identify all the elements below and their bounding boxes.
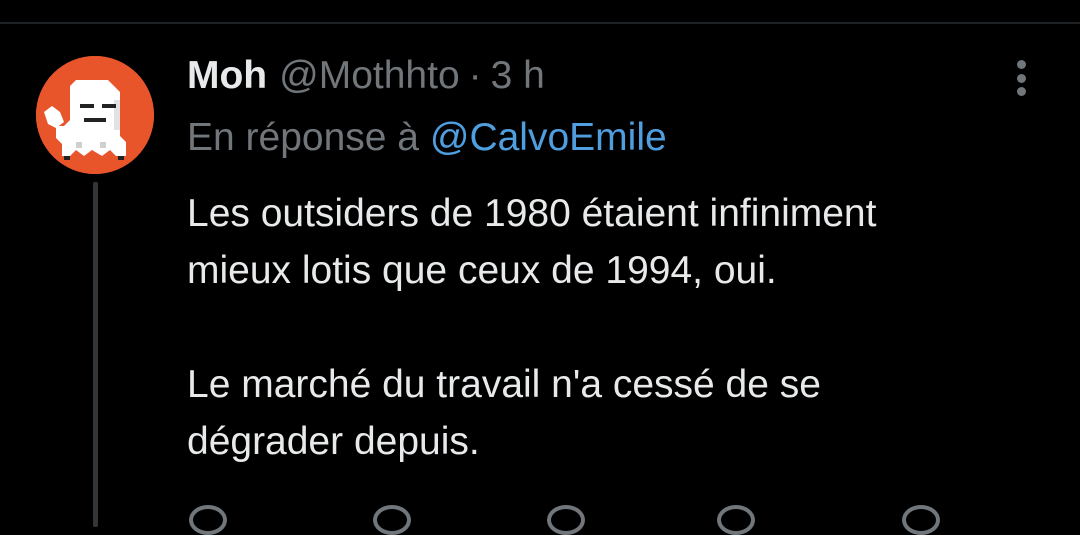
repost-icon[interactable] (373, 505, 411, 535)
more-dot (1016, 87, 1026, 96)
avatar[interactable] (36, 56, 154, 174)
tweet-line: Le marché du travail n'a cessé de se (187, 363, 821, 406)
views-icon[interactable] (717, 505, 755, 535)
tweet-header: Moh @Mothhto · 3 h (187, 52, 545, 100)
reply-context: En réponse à @CalvoEmile (187, 116, 667, 160)
reply-mention-link[interactable]: @CalvoEmile (430, 116, 667, 159)
thread-line (93, 182, 98, 527)
header-separator: · (468, 54, 482, 97)
more-dot (1016, 73, 1026, 83)
bookmark-icon[interactable] (902, 505, 940, 535)
tweet-text: Les outsiders de 1980 étaient infiniment… (187, 185, 1057, 470)
tweet-line: mieux lotis que ceux de 1994, oui. (187, 249, 777, 292)
reply-icon[interactable] (189, 505, 227, 535)
more-dot (1016, 60, 1026, 69)
tweet-timestamp[interactable]: 3 h (491, 54, 545, 98)
more-vertical-icon[interactable] (1004, 56, 1038, 100)
pixel-ghost-avatar-icon (36, 56, 154, 174)
tweet-actions-bar (187, 505, 957, 535)
author-display-name[interactable]: Moh (187, 54, 267, 98)
reply-prefix: En réponse à (187, 116, 420, 159)
like-icon[interactable] (547, 505, 585, 535)
author-handle[interactable]: @Mothhto (279, 54, 460, 98)
top-divider (0, 22, 1080, 24)
tweet-line: dégrader depuis. (187, 420, 480, 463)
tweet-line: Les outsiders de 1980 étaient infiniment (187, 192, 877, 235)
